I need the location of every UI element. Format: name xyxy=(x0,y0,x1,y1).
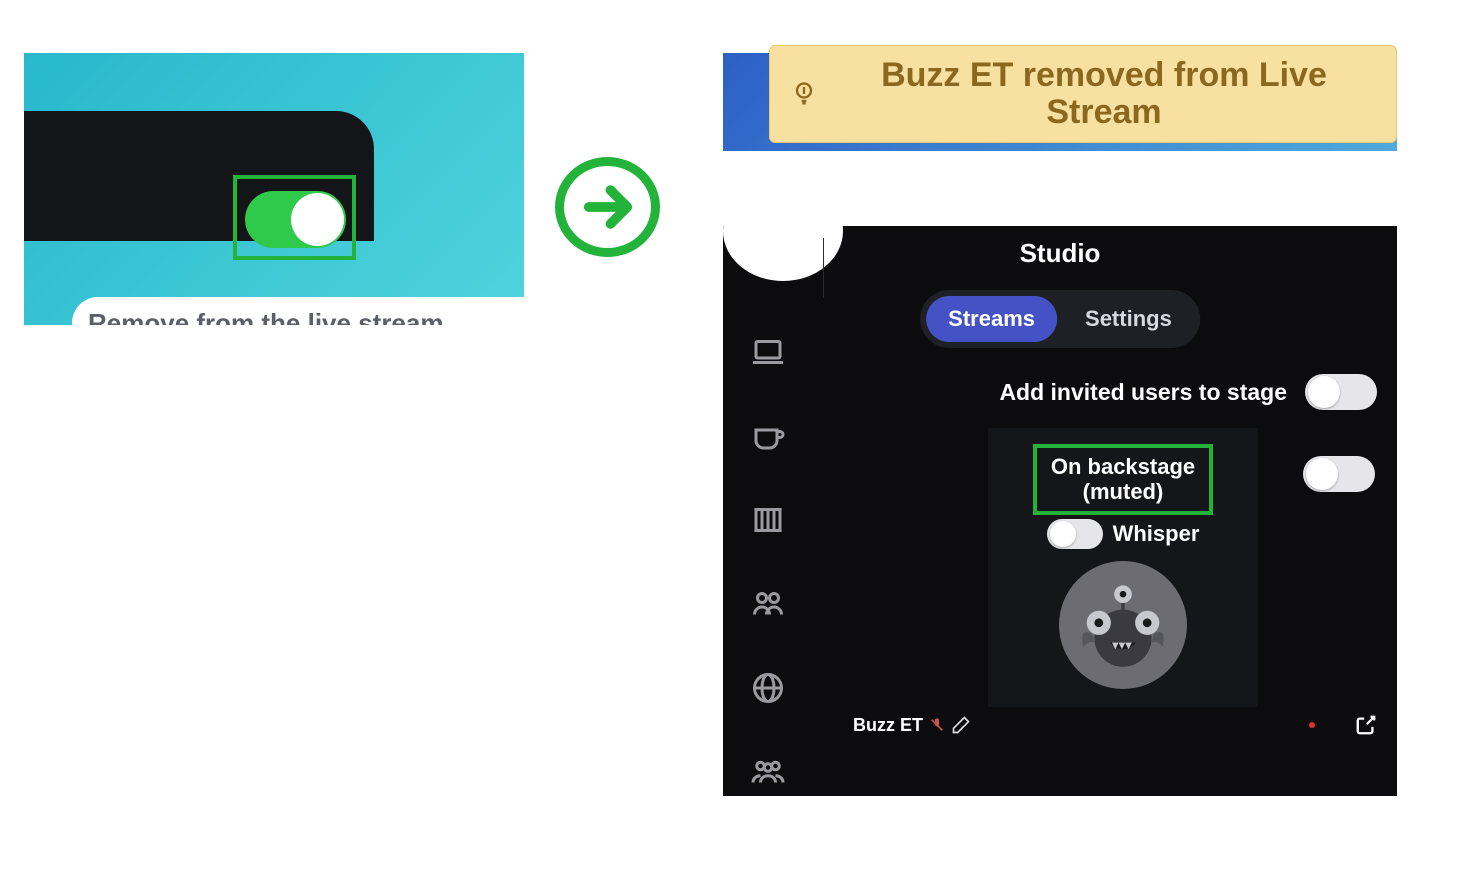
avatar xyxy=(1059,561,1187,689)
toggle-knob xyxy=(1050,521,1076,547)
mic-muted-icon xyxy=(929,717,945,733)
add-invited-toggle[interactable] xyxy=(1305,374,1377,410)
user-name: Buzz ET xyxy=(853,715,923,736)
whisper-toggle[interactable] xyxy=(1047,519,1103,549)
user-card: On backstage (muted) Whisper xyxy=(988,428,1258,707)
tabs: Streams Settings xyxy=(920,290,1200,348)
arrow-next-icon xyxy=(555,157,660,257)
removed-toast: Buzz ET removed from Live Stream xyxy=(769,45,1397,143)
add-invited-row: Add invited users to stage xyxy=(873,374,1377,410)
laptop-icon[interactable] xyxy=(750,334,786,370)
sidebar xyxy=(723,226,813,796)
coffee-icon[interactable] xyxy=(750,418,786,454)
globe-icon[interactable] xyxy=(750,670,786,706)
popout-icon[interactable] xyxy=(1355,714,1377,736)
bottom-row: Buzz ET xyxy=(853,714,1377,736)
user-name-row: Buzz ET xyxy=(853,715,971,736)
group-icon[interactable] xyxy=(750,754,786,790)
backstage-line-1: On backstage xyxy=(1051,454,1195,479)
record-indicator-icon xyxy=(1309,722,1315,728)
columns-icon[interactable] xyxy=(750,502,786,538)
tab-settings[interactable]: Settings xyxy=(1063,296,1194,342)
users-icon[interactable] xyxy=(750,586,786,622)
toggle-highlight-box xyxy=(233,175,356,260)
toast-background: Buzz ET removed from Live Stream xyxy=(723,53,1397,151)
backstage-line-2: (muted) xyxy=(1083,479,1164,504)
edit-icon[interactable] xyxy=(951,715,971,735)
add-invited-label: Add invited users to stage xyxy=(999,379,1287,406)
bottom-right-controls xyxy=(1309,714,1377,736)
studio-title: Studio xyxy=(723,238,1397,269)
toggle-knob xyxy=(1308,376,1340,408)
remove-tooltip-text: Remove from the live stream xyxy=(88,308,443,326)
lightbulb-icon xyxy=(790,80,818,108)
studio-panel: Studio Streams Settings Add invited user… xyxy=(723,226,1397,796)
stream-user-toggle[interactable] xyxy=(1303,456,1375,492)
toggle-knob xyxy=(1306,458,1338,490)
tab-streams[interactable]: Streams xyxy=(926,296,1057,342)
whisper-label: Whisper xyxy=(1113,521,1200,547)
remove-tooltip: Remove from the live stream xyxy=(72,297,524,325)
left-panel: Remove from the live stream xyxy=(24,53,524,325)
toast-text: Buzz ET removed from Live Stream xyxy=(832,57,1376,132)
backstage-status-box: On backstage (muted) xyxy=(1033,444,1213,515)
whisper-row: Whisper xyxy=(1047,519,1200,549)
